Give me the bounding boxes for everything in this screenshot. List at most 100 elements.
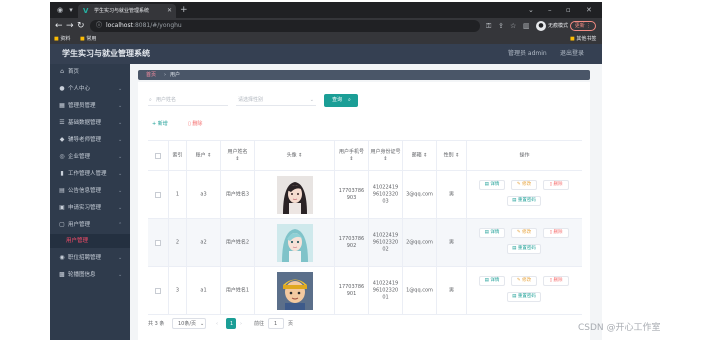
sidebar-item-carousel[interactable]: ▩ 轮播图信息 ⌄ bbox=[50, 267, 130, 283]
table-header-row: 索引 账户 ⇕ 用户姓名 ⇕ 头像 ⇕ 用户手机号 ⇕ 用户身份证号 ⇕ 邮箱 ⇕ 性… bbox=[148, 141, 582, 171]
reset-password-button[interactable]: ▤ 重置密码 bbox=[507, 196, 541, 206]
avatar-image bbox=[276, 223, 313, 262]
bookmark-folder-2[interactable]: ■ 常用 bbox=[80, 35, 96, 43]
page-number-current[interactable]: 1 bbox=[226, 318, 236, 329]
forward-icon[interactable]: → bbox=[66, 21, 74, 31]
header-cell[interactable]: 用户手机号 ⇕ bbox=[334, 141, 368, 170]
detail-button[interactable]: ▤ 详情 bbox=[479, 276, 505, 286]
sidebar-item-teachers[interactable]: ◆ 辅导老师管理 ⌄ bbox=[50, 132, 130, 148]
row-phone: 17703786903 bbox=[338, 187, 365, 201]
sidebar-item-users[interactable]: ▢ 用户管理 ⌃ bbox=[50, 217, 130, 233]
email-cell: 2@qq.com bbox=[402, 219, 436, 266]
row-index: 2 bbox=[175, 239, 180, 245]
query-button[interactable]: 查询 ⌕ bbox=[324, 94, 358, 107]
url-text: localhost:8081/#/yonghu bbox=[106, 22, 182, 30]
tab-search-icon[interactable]: ▾ bbox=[66, 5, 76, 15]
reset-password-button[interactable]: ▤ 重置密码 bbox=[507, 244, 541, 254]
update-button[interactable]: 更新 ⋮ bbox=[570, 21, 596, 31]
side-panel-icon[interactable]: ▥ bbox=[523, 22, 530, 30]
goto-page-input[interactable]: 1 bbox=[268, 318, 284, 329]
sidebar-item-internship[interactable]: ▣ 申请实习管理 ⌄ bbox=[50, 200, 130, 216]
next-page-icon[interactable]: › bbox=[240, 320, 242, 328]
sidebar-item-admins[interactable]: ▦ 管理员管理 ⌄ bbox=[50, 98, 130, 114]
edit-button[interactable]: ✎ 修改 bbox=[511, 180, 537, 190]
chevron-down-icon: ⌄ bbox=[118, 171, 123, 177]
sidebar-item-base-data[interactable]: ☰ 基础数据管理 ⌄ bbox=[50, 115, 130, 131]
sidebar-item-work-managers[interactable]: ▮ 工作管理人管理 ⌄ bbox=[50, 166, 130, 182]
row-checkbox[interactable] bbox=[155, 239, 161, 246]
database-icon: ☰ bbox=[59, 119, 65, 126]
row-gender: 男 bbox=[448, 287, 454, 293]
sidebar-item-home[interactable]: ⌂ 首页 bbox=[50, 64, 130, 80]
sidebar: ⌂ 首页 ● 个人中心 ⌄ ▦ 管理员管理 ⌄ ☰ 基础数据管理 ⌄ ◆ 辅导老… bbox=[50, 64, 130, 340]
breadcrumb-home[interactable]: 首页 bbox=[146, 71, 156, 79]
browser-tab[interactable]: V 学生实习与就业管理系统 ✕ bbox=[78, 4, 176, 18]
header-cell[interactable]: 头像 ⇕ bbox=[254, 141, 334, 170]
key-icon[interactable]: ⚿ bbox=[486, 22, 491, 30]
select-all-checkbox[interactable] bbox=[155, 152, 161, 159]
chevron-down-icon: ⌄ bbox=[118, 205, 123, 211]
bookmark-folder-1[interactable]: ■ 资料 bbox=[54, 35, 70, 43]
table-row: 2 a2 用户姓名2 17703786902 41022419961023200… bbox=[148, 219, 582, 267]
sidebar-item-companies[interactable]: ◎ 企业管理 ⌄ bbox=[50, 149, 130, 165]
name-search-input[interactable]: ⌕ 用户姓名 bbox=[148, 94, 228, 106]
new-tab-icon[interactable]: + bbox=[180, 5, 188, 15]
header-cell[interactable]: 用户姓名 ⇕ bbox=[220, 141, 254, 170]
search-icon: ⌕ bbox=[149, 97, 152, 103]
add-button[interactable]: + 新增 bbox=[152, 119, 168, 129]
batch-delete-button[interactable]: ▯ 删除 bbox=[188, 119, 202, 129]
bookmark-star-icon[interactable]: ☆ bbox=[510, 22, 516, 30]
row-email: 1@qq.com bbox=[406, 287, 433, 293]
header-cell[interactable]: 账户 ⇕ bbox=[186, 141, 220, 170]
app-root: 学生实习与就业管理系统 管理员 admin 退出登录 ⌂ 首页 ● 个人中心 ⌄… bbox=[50, 44, 602, 340]
account-cell: a2 bbox=[186, 219, 220, 266]
restore-icon[interactable]: ▫ bbox=[566, 5, 571, 15]
site-info-icon[interactable]: ⓘ bbox=[96, 22, 102, 30]
page-size-select[interactable]: 10条/页 ⌄ bbox=[172, 318, 206, 329]
detail-button[interactable]: ▤ 详情 bbox=[479, 180, 505, 190]
edit-button[interactable]: ✎ 修改 bbox=[511, 228, 537, 238]
other-bookmarks[interactable]: ■ 其他书签 bbox=[570, 35, 596, 43]
delete-button[interactable]: ▯ 删除 bbox=[543, 228, 569, 238]
edit-button[interactable]: ✎ 修改 bbox=[511, 276, 537, 286]
sort-icon: ⇕ bbox=[207, 152, 212, 158]
delete-button[interactable]: ▯ 删除 bbox=[543, 276, 569, 286]
share-icon[interactable]: ⇪ bbox=[498, 22, 504, 30]
sort-icon: ⇕ bbox=[455, 152, 460, 158]
detail-button[interactable]: ▤ 详情 bbox=[479, 228, 505, 238]
row-checkbox[interactable] bbox=[155, 191, 161, 198]
minimize-icon[interactable]: – bbox=[548, 5, 552, 15]
header-cell[interactable]: 用户身份证号 ⇕ bbox=[368, 141, 402, 170]
url-host: localhost bbox=[106, 22, 133, 29]
reload-icon[interactable]: ↻ bbox=[77, 21, 85, 31]
close-tab-icon[interactable]: ✕ bbox=[167, 7, 172, 15]
row-checkbox[interactable] bbox=[155, 287, 161, 294]
row-gender: 男 bbox=[448, 191, 454, 197]
gender-select[interactable]: 请选择性别 ⌄ bbox=[236, 94, 316, 106]
header-cell[interactable]: 邮箱 ⇕ bbox=[402, 141, 436, 170]
reset-password-label: 重置密码 bbox=[517, 246, 536, 251]
goto-label: 前往 bbox=[254, 321, 265, 327]
sidebar-subitem-users[interactable]: 用户管理 bbox=[50, 234, 130, 248]
apply-icon: ▣ bbox=[59, 204, 65, 211]
profile-avatar-icon[interactable]: ● bbox=[536, 21, 546, 31]
folder-icon: ■ bbox=[570, 36, 575, 42]
header-gender: 性别 ⇕ bbox=[437, 152, 466, 159]
header-cell[interactable]: 性别 ⇕ bbox=[436, 141, 466, 170]
tab-favicon-icon: V bbox=[83, 7, 89, 15]
header-account: 账户 ⇕ bbox=[187, 152, 220, 159]
url-field[interactable]: ⓘ localhost:8081/#/yonghu bbox=[90, 20, 480, 32]
close-window-icon[interactable]: ✕ bbox=[586, 5, 592, 15]
sidebar-item-notices[interactable]: ▤ 公告信息管理 ⌄ bbox=[50, 183, 130, 199]
sidebar-item-profile[interactable]: ● 个人中心 ⌄ bbox=[50, 81, 130, 97]
header-cell: 索引 bbox=[168, 141, 186, 170]
back-icon[interactable]: ← bbox=[55, 21, 63, 31]
browser-menu-icon[interactable]: ◉ bbox=[55, 5, 65, 15]
logout-link[interactable]: 退出登录 bbox=[560, 50, 584, 58]
sidebar-item-recruit[interactable]: ◉ 职位招聘管理 ⌄ bbox=[50, 250, 130, 266]
tab-list-icon[interactable]: ⌄ bbox=[528, 5, 534, 15]
delete-button[interactable]: ▯ 删除 bbox=[543, 180, 569, 190]
reset-password-button[interactable]: ▤ 重置密码 bbox=[507, 292, 541, 302]
prev-page-icon[interactable]: ‹ bbox=[216, 320, 218, 328]
tab-strip: ◉ ▾ V 学生实习与就业管理系统 ✕ + ⌄ – ▫ ✕ bbox=[50, 2, 602, 18]
